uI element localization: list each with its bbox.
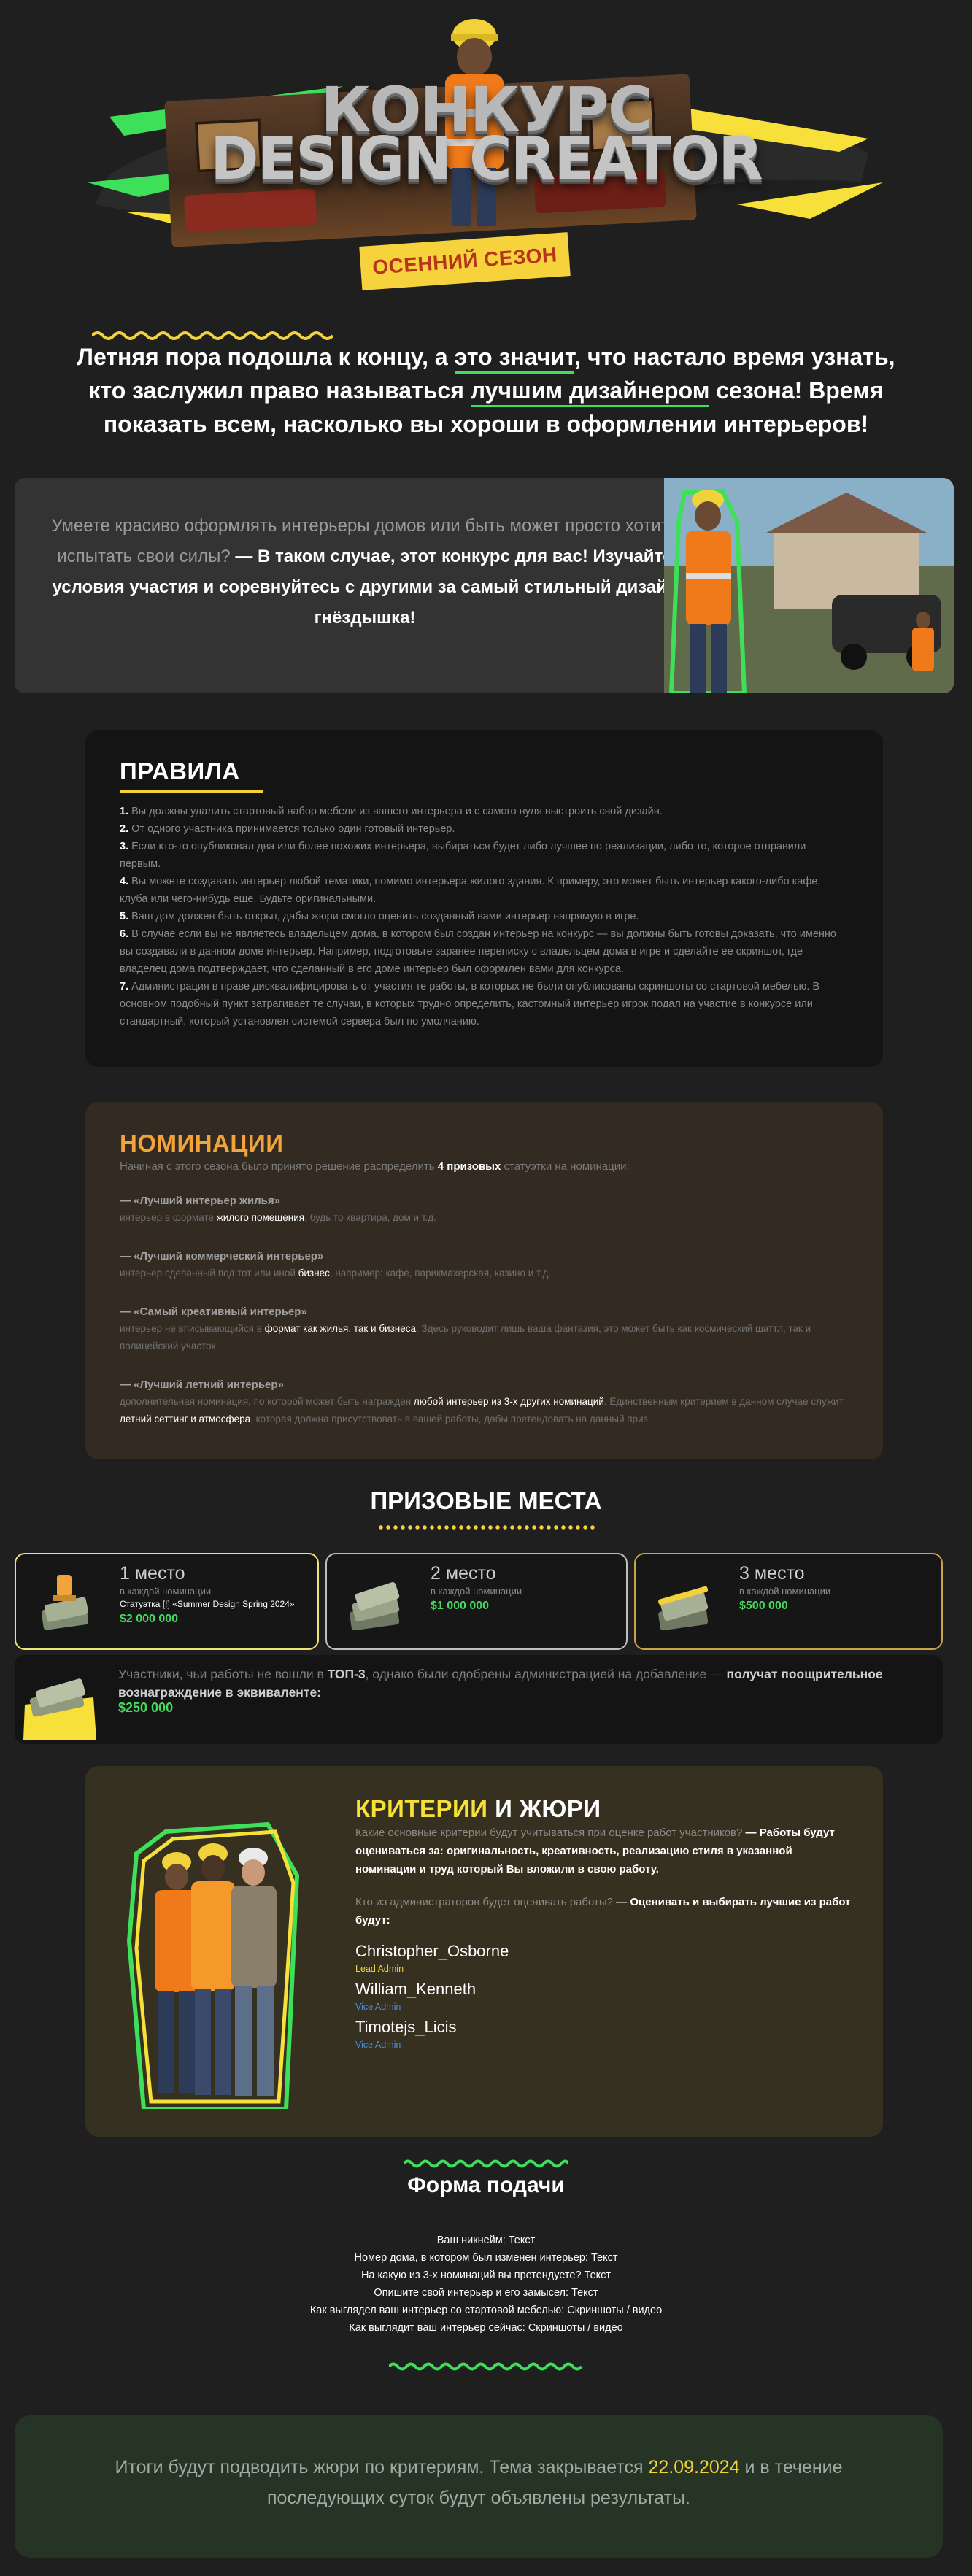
intro-highlight-1: это значит (454, 344, 575, 374)
money-stack-icon (23, 1678, 96, 1740)
prize-card-third: 3 место в каждой номинации $500 000 (634, 1553, 943, 1650)
rule-item: 1. Вы должны удалить стартовый набор меб… (120, 806, 663, 817)
rule-item: 2. От одного участника принимается тольк… (120, 823, 455, 835)
prize-amount: $2 000 000 (120, 1613, 179, 1625)
rule-item: 3. Если кто-то опубликовал два или более… (120, 841, 806, 870)
prize-card-encouragement: Участники, чьи работы не вошли в ТОП-3, … (15, 1655, 943, 1744)
jury-member-role: Vice Admin (355, 2002, 401, 2012)
rule-item: 4. Вы можете создавать интерьер любой те… (120, 876, 821, 905)
prize-place-label: 2 место (431, 1563, 496, 1584)
nominations-panel: НОМИНАЦИИ Начиная с этого сезона было пр… (85, 1102, 883, 1459)
intro-paragraph: Летняя пора подошла к концу, а это значи… (73, 340, 899, 441)
jury-member: Christopher_Osborne Lead Admin (355, 1941, 509, 1976)
rules-list: 1. Вы должны удалить стартовый набор меб… (120, 803, 849, 1030)
money-stack-icon (658, 1586, 709, 1631)
nominations-intro: Начиная с этого сезона было принято реше… (120, 1160, 630, 1173)
criteria-jury-panel: КРИТЕРИИ И ЖЮРИ Какие основные критерии … (85, 1766, 883, 2137)
nomination-item: — «Лучший летний интерьер» дополнительна… (120, 1378, 844, 1424)
rule-item: 6. В случае если вы не являетесь владель… (120, 928, 836, 975)
jury-member-role: Lead Admin (355, 1964, 404, 1974)
form-line: Опишите свой интерьер и его замысел: Тек… (374, 2287, 598, 2299)
encouragement-text: Участники, чьи работы не вошли в ТОП-3, … (118, 1667, 883, 1700)
jury-member-role: Vice Admin (355, 2040, 401, 2050)
form-line: Ваш никнейм: Текст (436, 2234, 536, 2246)
season-badge: ОСЕННИЙ СЕЗОН (359, 232, 571, 290)
prize-place-label: 3 место (739, 1563, 805, 1584)
results-text: Итоги будут подводить жюри по критериям.… (115, 2457, 843, 2508)
prize-statuette-label: Статуэтка [!] «Summer Design Spring 2024… (120, 1599, 295, 1609)
nominations-list: — «Лучший интерьер жилья» интерьер в фор… (120, 1193, 857, 1450)
contest-banner: КОНКУРС DESIGN CREATOR ОСЕННИЙ СЕЗОН (0, 0, 972, 306)
jury-members-list: Christopher_Osborne Lead Admin William_K… (355, 1941, 509, 2055)
criteria-text: Какие основные критерии будут учитыватьс… (355, 1827, 851, 1927)
submission-form-title: Форма подачи (407, 2173, 565, 2197)
trophy-money-icon (41, 1575, 89, 1630)
jury-member-name: William_Kenneth (355, 1980, 477, 1998)
form-line: Как выглядит ваш интерьер сейчас: Скринш… (349, 2322, 623, 2334)
intro-highlight-2: лучшим дизайнером (470, 377, 710, 407)
rules-title: ПРАВИЛА (120, 757, 240, 784)
jury-workers-image (126, 1821, 300, 2109)
form-line: Номер дома, в котором был изменен интерь… (354, 2252, 618, 2264)
rules-panel: ПРАВИЛА 1. Вы должны удалить стартовый н… (85, 730, 883, 1067)
banner-title-line2: DESIGN CREATOR (210, 125, 763, 193)
prize-sub-label: в каждой номинации (120, 1586, 212, 1597)
dotted-divider (377, 1525, 595, 1530)
jury-member-name: Christopher_Osborne (355, 1942, 509, 1960)
jury-member-name: Timotejs_Licis (355, 2018, 457, 2036)
criteria-jury-title: КРИТЕРИИ И ЖЮРИ (355, 1795, 601, 1822)
intro-text-1: Летняя пора подошла к концу, а (77, 344, 455, 370)
prizes-title: ПРИЗОВЫЕ МЕСТА (370, 1487, 602, 1514)
nomination-item: — «Лучший коммерческий интерьер» интерье… (120, 1250, 552, 1279)
prize-card-second: 2 место в каждой номинации $1 000 000 (325, 1553, 628, 1650)
jury-member: Timotejs_Licis Vice Admin (355, 2017, 509, 2052)
rules-title-underline (120, 790, 263, 793)
form-line: Как выглядел ваш интерьер со стартовой м… (309, 2305, 663, 2316)
workers-photo-image (664, 478, 954, 693)
form-line: На какую из 3-х номинаций вы претендуете… (360, 2270, 612, 2281)
submission-form-template: Ваш никнейм: Текст Номер дома, в котором… (0, 2232, 972, 2337)
rule-item: 5. Ваш дом должен быть открыт, дабы жюри… (120, 911, 639, 922)
results-footer-card: Итоги будут подводить жюри по критериям.… (15, 2415, 943, 2558)
prize-amount: $250 000 (118, 1700, 174, 1715)
rule-item: 7. Администрация в праве дисквалифициров… (120, 981, 820, 1027)
prize-sub-label: в каждой номинации (739, 1586, 831, 1597)
prize-sub-label: в каждой номинации (431, 1586, 522, 1597)
nomination-item: — «Самый креативный интерьер» интерьер н… (120, 1306, 811, 1351)
closing-date: 22.09.2024 (648, 2457, 740, 2477)
prize-card-first: 1 место в каждой номинации Статуэтка [!]… (15, 1553, 319, 1650)
prize-amount: $500 000 (739, 1600, 788, 1612)
green-squiggle-decoration (404, 2159, 568, 2168)
green-squiggle-decoration (389, 2362, 583, 2371)
season-label: ОСЕННИЙ СЕЗОН (371, 243, 558, 279)
prize-amount: $1 000 000 (431, 1600, 490, 1612)
nomination-item: — «Лучший интерьер жилья» интерьер в фор… (120, 1195, 436, 1223)
hero-text: Умеете красиво оформлять интерьеры домов… (44, 511, 686, 633)
money-stack-icon (350, 1582, 400, 1631)
nominations-title: НОМИНАЦИИ (120, 1130, 284, 1157)
jury-member: William_Kenneth Vice Admin (355, 1979, 509, 2014)
hero-card: Умеете красиво оформлять интерьеры домов… (15, 478, 954, 693)
prize-place-label: 1 место (120, 1563, 185, 1584)
